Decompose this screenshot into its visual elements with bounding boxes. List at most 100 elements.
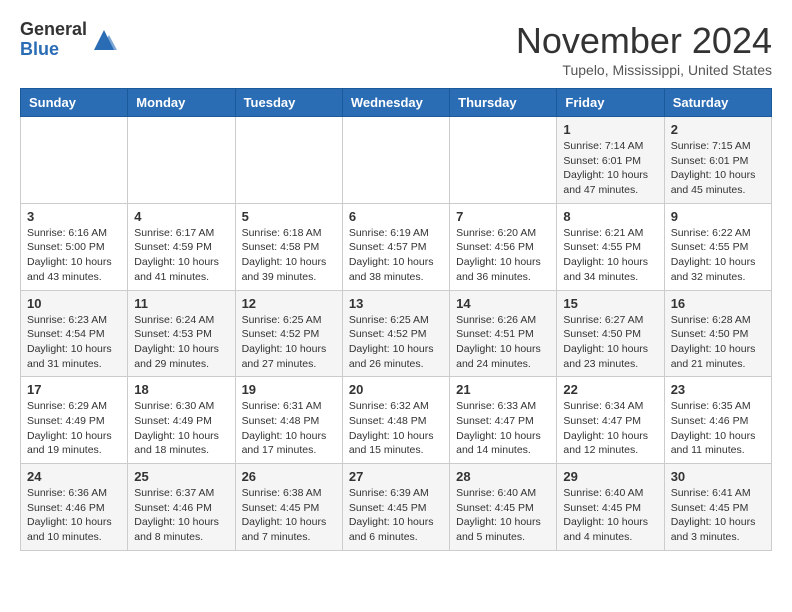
calendar-week-3: 17Sunrise: 6:29 AM Sunset: 4:49 PM Dayli… (21, 377, 772, 464)
day-info: Sunrise: 6:23 AM Sunset: 4:54 PM Dayligh… (27, 313, 121, 372)
calendar-cell: 29Sunrise: 6:40 AM Sunset: 4:45 PM Dayli… (557, 464, 664, 551)
header-cell-friday: Friday (557, 89, 664, 117)
day-info: Sunrise: 6:21 AM Sunset: 4:55 PM Dayligh… (563, 226, 657, 285)
day-info: Sunrise: 6:33 AM Sunset: 4:47 PM Dayligh… (456, 399, 550, 458)
calendar-cell: 3Sunrise: 6:16 AM Sunset: 5:00 PM Daylig… (21, 203, 128, 290)
calendar-week-1: 3Sunrise: 6:16 AM Sunset: 5:00 PM Daylig… (21, 203, 772, 290)
day-info: Sunrise: 6:27 AM Sunset: 4:50 PM Dayligh… (563, 313, 657, 372)
calendar-week-2: 10Sunrise: 6:23 AM Sunset: 4:54 PM Dayli… (21, 290, 772, 377)
day-number: 20 (349, 382, 443, 397)
day-number: 11 (134, 296, 228, 311)
day-info: Sunrise: 6:29 AM Sunset: 4:49 PM Dayligh… (27, 399, 121, 458)
day-info: Sunrise: 6:18 AM Sunset: 4:58 PM Dayligh… (242, 226, 336, 285)
day-number: 30 (671, 469, 765, 484)
day-number: 3 (27, 209, 121, 224)
calendar-header: SundayMondayTuesdayWednesdayThursdayFrid… (21, 89, 772, 117)
calendar-cell: 24 Sunrise: 6:36 AM Sunset: 4:46 PM Dayli… (21, 464, 128, 551)
day-info: Sunrise: 6:32 AM Sunset: 4:48 PM Dayligh… (349, 399, 443, 458)
calendar-cell: 5 Sunrise: 6:18 AM Sunset: 4:58 PM Daylig… (235, 203, 342, 290)
day-number: 4 (134, 209, 228, 224)
day-info: Sunrise: 6:39 AM Sunset: 4:45 PM Dayligh… (349, 486, 443, 545)
day-number: 18 (134, 382, 228, 397)
calendar-cell: 7 Sunrise: 6:20 AM Sunset: 4:56 PM Daylig… (450, 203, 557, 290)
day-info: Sunrise: 6:25 AM Sunset: 4:52 PM Dayligh… (349, 313, 443, 372)
calendar-cell: 4 Sunrise: 6:17 AM Sunset: 4:59 PM Daylig… (128, 203, 235, 290)
calendar-week-0: 1 Sunrise: 7:14 AM Sunset: 6:01 PM Daylig… (21, 117, 772, 204)
calendar-cell: 8 Sunrise: 6:21 AM Sunset: 4:55 PM Daylig… (557, 203, 664, 290)
day-number: 22 (563, 382, 657, 397)
calendar-cell: 11 Sunrise: 6:24 AM Sunset: 4:53 PM Dayli… (128, 290, 235, 377)
day-info: Sunrise: 6:22 AM Sunset: 4:55 PM Dayligh… (671, 226, 765, 285)
calendar-cell: 16Sunrise: 6:28 AM Sunset: 4:50 PM Dayli… (664, 290, 771, 377)
calendar-cell: 13 Sunrise: 6:25 AM Sunset: 4:52 PM Dayli… (342, 290, 449, 377)
calendar-cell (21, 117, 128, 204)
logo: General Blue (20, 20, 119, 60)
calendar-cell: 17Sunrise: 6:29 AM Sunset: 4:49 PM Dayli… (21, 377, 128, 464)
day-info: Sunrise: 6:38 AM Sunset: 4:45 PM Dayligh… (242, 486, 336, 545)
calendar-cell: 18 Sunrise: 6:30 AM Sunset: 4:49 PM Dayli… (128, 377, 235, 464)
calendar-cell (128, 117, 235, 204)
day-info: Sunrise: 6:25 AM Sunset: 4:52 PM Dayligh… (242, 313, 336, 372)
calendar-cell: 28 Sunrise: 6:40 AM Sunset: 4:45 PM Dayli… (450, 464, 557, 551)
calendar-cell: 6Sunrise: 6:19 AM Sunset: 4:57 PM Daylig… (342, 203, 449, 290)
calendar-cell (450, 117, 557, 204)
day-number: 8 (563, 209, 657, 224)
day-number: 28 (456, 469, 550, 484)
day-number: 12 (242, 296, 336, 311)
day-number: 7 (456, 209, 550, 224)
day-info: Sunrise: 6:41 AM Sunset: 4:45 PM Dayligh… (671, 486, 765, 545)
logo-blue: Blue (20, 40, 87, 60)
header-cell-thursday: Thursday (450, 89, 557, 117)
calendar-cell (342, 117, 449, 204)
day-info: Sunrise: 6:40 AM Sunset: 4:45 PM Dayligh… (456, 486, 550, 545)
logo-icon (89, 25, 119, 55)
header-cell-tuesday: Tuesday (235, 89, 342, 117)
calendar-cell: 15 Sunrise: 6:27 AM Sunset: 4:50 PM Dayli… (557, 290, 664, 377)
header-cell-wednesday: Wednesday (342, 89, 449, 117)
day-number: 19 (242, 382, 336, 397)
month-title: November 2024 (516, 20, 772, 62)
day-info: Sunrise: 7:14 AM Sunset: 6:01 PM Dayligh… (563, 139, 657, 198)
calendar-cell: 9 Sunrise: 6:22 AM Sunset: 4:55 PM Daylig… (664, 203, 771, 290)
day-info: Sunrise: 6:37 AM Sunset: 4:46 PM Dayligh… (134, 486, 228, 545)
calendar-table: SundayMondayTuesdayWednesdayThursdayFrid… (20, 88, 772, 551)
header-cell-sunday: Sunday (21, 89, 128, 117)
day-number: 23 (671, 382, 765, 397)
day-number: 27 (349, 469, 443, 484)
day-number: 21 (456, 382, 550, 397)
day-number: 1 (563, 122, 657, 137)
day-number: 13 (349, 296, 443, 311)
location: Tupelo, Mississippi, United States (516, 62, 772, 78)
calendar-cell: 2Sunrise: 7:15 AM Sunset: 6:01 PM Daylig… (664, 117, 771, 204)
logo-text: General Blue (20, 20, 87, 60)
day-number: 14 (456, 296, 550, 311)
calendar-cell: 1 Sunrise: 7:14 AM Sunset: 6:01 PM Daylig… (557, 117, 664, 204)
calendar-cell: 27 Sunrise: 6:39 AM Sunset: 4:45 PM Dayli… (342, 464, 449, 551)
calendar-cell: 20 Sunrise: 6:32 AM Sunset: 4:48 PM Dayli… (342, 377, 449, 464)
day-info: Sunrise: 6:36 AM Sunset: 4:46 PM Dayligh… (27, 486, 121, 545)
day-info: Sunrise: 6:26 AM Sunset: 4:51 PM Dayligh… (456, 313, 550, 372)
day-number: 9 (671, 209, 765, 224)
day-info: Sunrise: 6:30 AM Sunset: 4:49 PM Dayligh… (134, 399, 228, 458)
calendar-week-4: 24 Sunrise: 6:36 AM Sunset: 4:46 PM Dayli… (21, 464, 772, 551)
day-info: Sunrise: 6:24 AM Sunset: 4:53 PM Dayligh… (134, 313, 228, 372)
logo-general: General (20, 20, 87, 40)
day-number: 16 (671, 296, 765, 311)
day-number: 6 (349, 209, 443, 224)
title-block: November 2024 Tupelo, Mississippi, Unite… (516, 20, 772, 78)
day-info: Sunrise: 6:20 AM Sunset: 4:56 PM Dayligh… (456, 226, 550, 285)
header-cell-monday: Monday (128, 89, 235, 117)
calendar-cell: 12 Sunrise: 6:25 AM Sunset: 4:52 PM Dayli… (235, 290, 342, 377)
calendar-cell: 26Sunrise: 6:38 AM Sunset: 4:45 PM Dayli… (235, 464, 342, 551)
calendar-body: 1 Sunrise: 7:14 AM Sunset: 6:01 PM Daylig… (21, 117, 772, 551)
calendar-cell: 14 Sunrise: 6:26 AM Sunset: 4:51 PM Dayli… (450, 290, 557, 377)
day-number: 24 (27, 469, 121, 484)
header-cell-saturday: Saturday (664, 89, 771, 117)
calendar-cell: 30 Sunrise: 6:41 AM Sunset: 4:45 PM Dayli… (664, 464, 771, 551)
header-row: SundayMondayTuesdayWednesdayThursdayFrid… (21, 89, 772, 117)
day-info: Sunrise: 6:40 AM Sunset: 4:45 PM Dayligh… (563, 486, 657, 545)
day-info: Sunrise: 6:17 AM Sunset: 4:59 PM Dayligh… (134, 226, 228, 285)
day-number: 2 (671, 122, 765, 137)
day-number: 15 (563, 296, 657, 311)
day-number: 5 (242, 209, 336, 224)
